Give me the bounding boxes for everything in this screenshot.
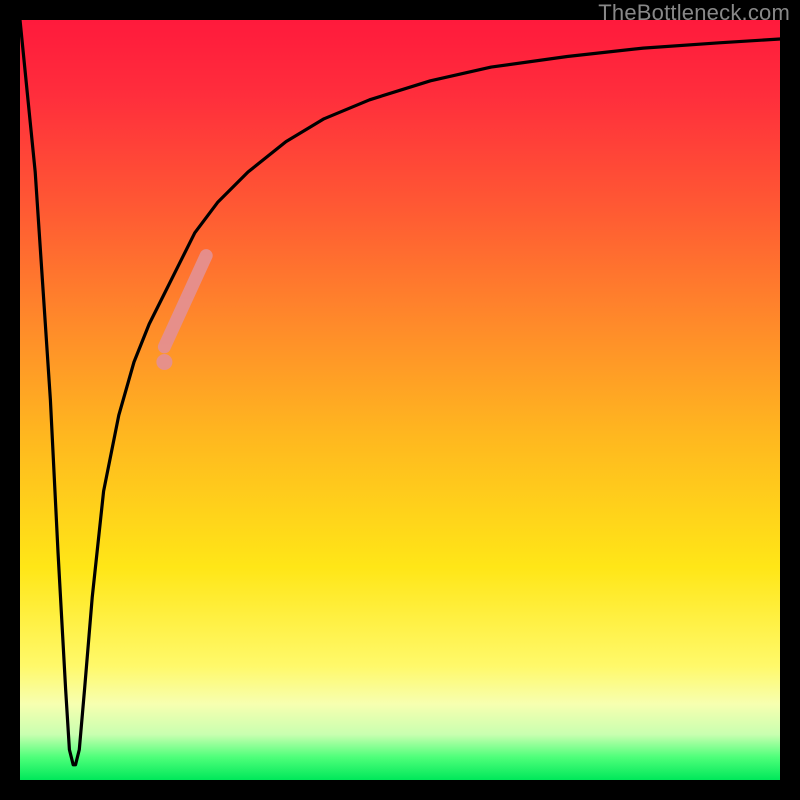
- highlight-dot: [156, 354, 172, 370]
- bottleneck-curve: [20, 20, 780, 765]
- highlight-segment: [164, 256, 206, 347]
- plot-area: [20, 20, 780, 780]
- chart-frame: TheBottleneck.com: [0, 0, 800, 800]
- chart-svg: [20, 20, 780, 780]
